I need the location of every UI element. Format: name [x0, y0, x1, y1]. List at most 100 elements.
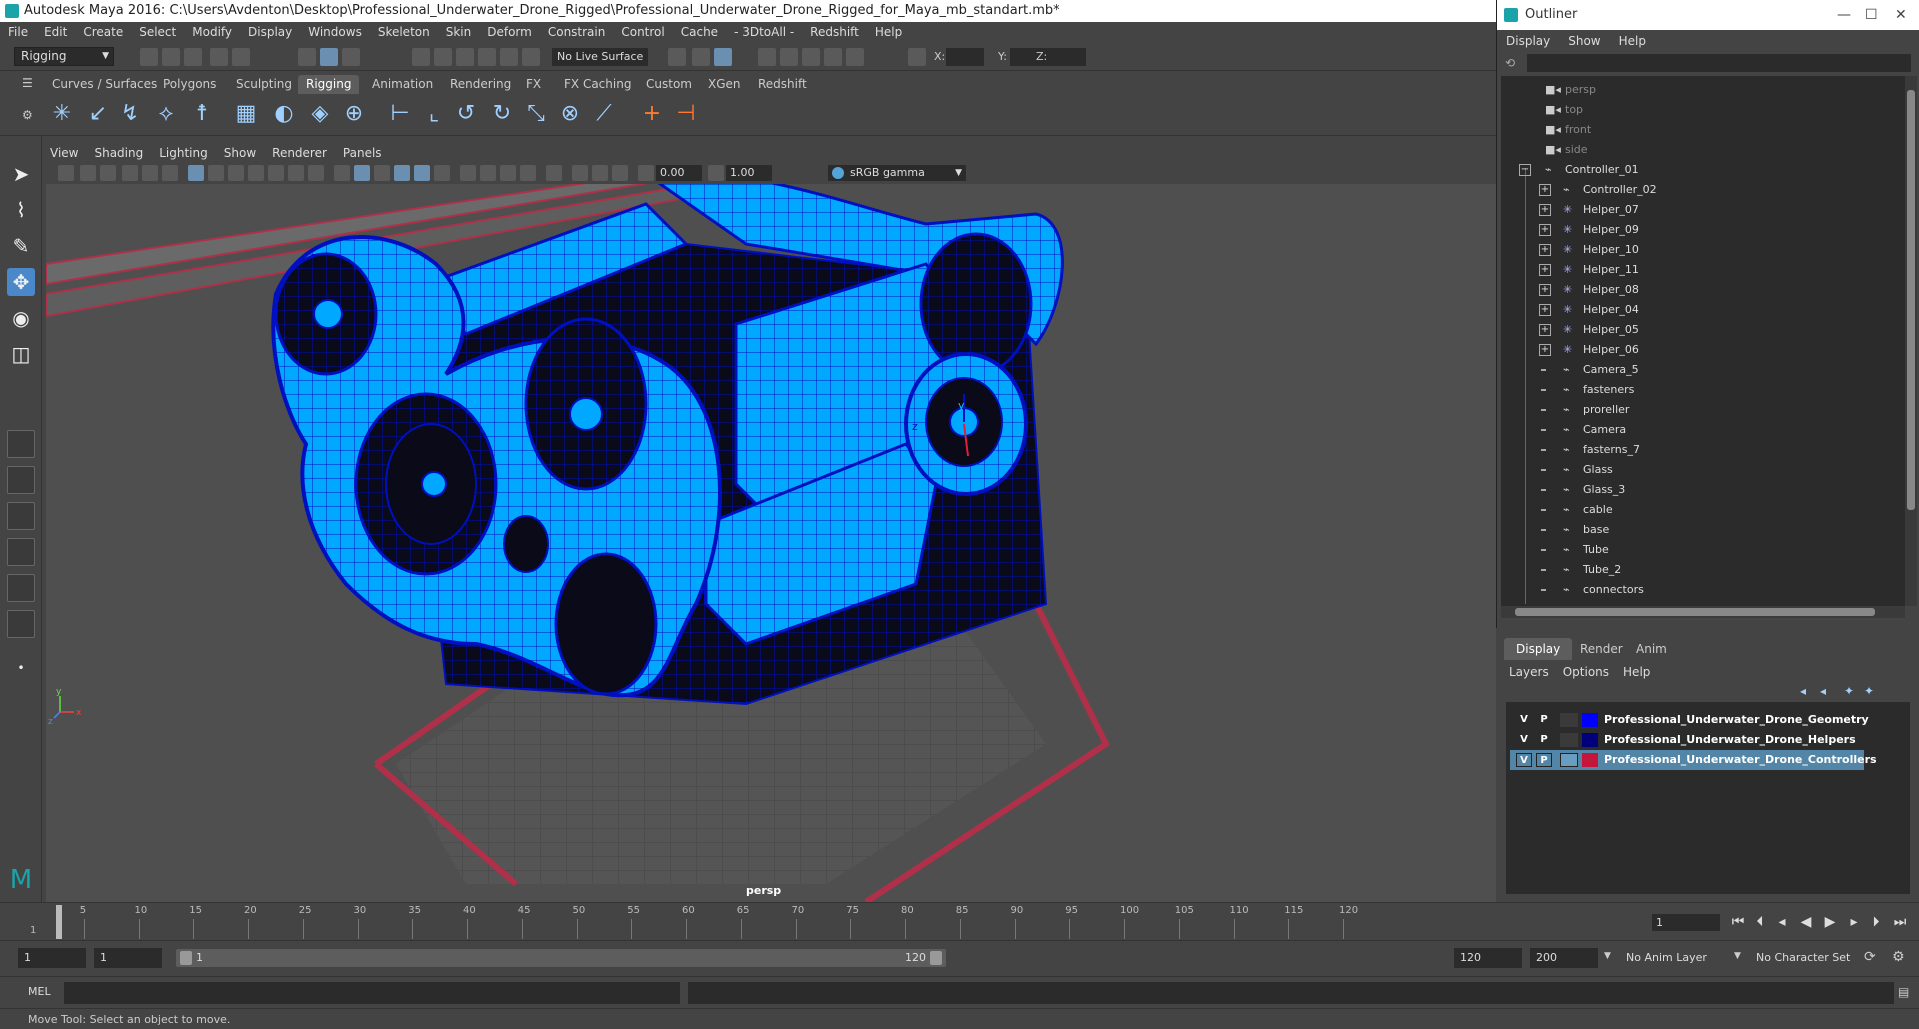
hypershade-layout-icon[interactable]	[7, 610, 35, 638]
tree-item-tube[interactable]: ⌁ Tube	[1501, 540, 1905, 560]
vp-menu-show[interactable]: Show	[216, 143, 264, 163]
display-type-toggle[interactable]	[1560, 713, 1578, 727]
expand-icon[interactable]: +	[1539, 324, 1551, 336]
persp-outliner-layout-icon[interactable]	[7, 574, 35, 602]
tree-item-front[interactable]: ■◂ front	[1501, 120, 1905, 140]
live-surface-field[interactable]: No Live Surface	[552, 48, 648, 66]
transform-mode-icon[interactable]	[908, 48, 926, 66]
textured-icon[interactable]	[394, 165, 410, 181]
skeleton-icon[interactable]: ☨	[188, 100, 216, 128]
tree-item-fasteners[interactable]: ⌁ fasteners	[1501, 380, 1905, 400]
tab-rigging[interactable]: Rigging	[298, 75, 360, 94]
outliner-menu-display[interactable]: Display	[1497, 30, 1559, 52]
grid-icon[interactable]	[188, 165, 204, 181]
tree-item-fasterns-7[interactable]: ⌁ fasterns_7	[1501, 440, 1905, 460]
vp-menu-lighting[interactable]: Lighting	[151, 143, 216, 163]
tab-polygons[interactable]: Polygons	[155, 75, 224, 94]
render-frame-icon[interactable]	[758, 48, 776, 66]
menu-display[interactable]: Display	[240, 22, 300, 43]
select-hierarchy-icon[interactable]	[298, 48, 316, 66]
render-view-icon[interactable]	[846, 48, 864, 66]
anim-layer-dropdown[interactable]: No Anim Layer	[1620, 948, 1738, 968]
rotate-tool-icon[interactable]: ◉	[7, 304, 35, 332]
x-field[interactable]	[946, 48, 984, 66]
field-chart-icon[interactable]	[268, 165, 284, 181]
tree-item-helper-06[interactable]: + ✳ Helper_06	[1501, 340, 1905, 360]
tab-curves-surfaces[interactable]: Curves / Surfaces	[44, 75, 165, 94]
gate-mask-icon[interactable]	[248, 165, 264, 181]
expand-icon[interactable]: +	[1539, 264, 1551, 276]
exposure-field[interactable]: 0.00	[656, 165, 702, 181]
undo-icon[interactable]	[210, 48, 228, 66]
depth-of-field-icon[interactable]	[520, 165, 536, 181]
open-scene-icon[interactable]	[162, 48, 180, 66]
step-forward-key-icon[interactable]: ▸	[1844, 912, 1864, 932]
gamma-icon[interactable]	[708, 165, 724, 181]
use-lights-icon[interactable]	[414, 165, 430, 181]
script-editor-icon[interactable]: ▤	[1898, 985, 1909, 999]
menu-3dtoall[interactable]: - 3DtoAll -	[726, 22, 802, 43]
xray-components-icon[interactable]	[612, 165, 628, 181]
shelf-menu-icon[interactable]: ☰	[22, 77, 33, 89]
new-scene-icon[interactable]	[140, 48, 158, 66]
pole-vector-icon[interactable]: ⊗	[556, 100, 584, 128]
step-forward-frame-icon[interactable]: ⏵	[1866, 912, 1886, 932]
shelf-gear-icon[interactable]: ⚙	[22, 108, 33, 122]
move-layer-up-icon[interactable]: ◂	[1796, 684, 1810, 698]
tab-redshift[interactable]: Redshift	[750, 75, 815, 94]
tree-item-helper-04[interactable]: + ✳ Helper_04	[1501, 300, 1905, 320]
tree-item-glass[interactable]: ⌁ Glass	[1501, 460, 1905, 480]
tree-item-helper-08[interactable]: + ✳ Helper_08	[1501, 280, 1905, 300]
two-pane-layout-icon[interactable]	[7, 502, 35, 530]
tree-item-connectors[interactable]: ⌁ connectors	[1501, 580, 1905, 600]
single-pane-layout-icon[interactable]	[7, 430, 35, 458]
tree-item-controller-02[interactable]: + ⌁ Controller_02	[1501, 180, 1905, 200]
grease-pencil-icon[interactable]	[162, 165, 178, 181]
wireframe-icon[interactable]	[334, 165, 350, 181]
tree-item-helper-10[interactable]: + ✳ Helper_10	[1501, 240, 1905, 260]
menu-control[interactable]: Control	[613, 22, 672, 43]
ipr-render-icon[interactable]	[780, 48, 798, 66]
exposure-icon[interactable]	[638, 165, 654, 181]
tree-item-helper-11[interactable]: + ✳ Helper_11	[1501, 260, 1905, 280]
auto-key-icon[interactable]: ⟳	[1864, 949, 1876, 965]
lasso-tool-icon[interactable]: ⌇	[7, 196, 35, 224]
wireframe-on-shaded-icon[interactable]	[374, 165, 390, 181]
minimize-icon[interactable]: —	[1837, 0, 1851, 30]
animation-preferences-icon[interactable]: ⚙	[1892, 949, 1905, 965]
playback-toggle[interactable]: P	[1536, 733, 1552, 747]
shadows-icon[interactable]	[434, 165, 450, 181]
snap-surface-icon[interactable]	[500, 48, 518, 66]
character-set-dropdown[interactable]: No Character Set	[1750, 948, 1874, 968]
mel-input[interactable]	[64, 982, 680, 1004]
menu-skeleton[interactable]: Skeleton	[370, 22, 438, 43]
outliner-vertical-scrollbar[interactable]	[1905, 76, 1917, 606]
isolate-select-icon[interactable]	[546, 165, 562, 181]
range-start-handle[interactable]	[180, 951, 192, 965]
chevron-down-icon[interactable]: ▼	[1604, 951, 1611, 961]
history-toggle-icon[interactable]	[714, 48, 732, 66]
image-plane-icon[interactable]	[122, 165, 138, 181]
motion-blur-icon[interactable]	[480, 165, 496, 181]
tree-item-helper-07[interactable]: + ✳ Helper_07	[1501, 200, 1905, 220]
snap-vertex-icon[interactable]	[522, 48, 540, 66]
add-influence-icon[interactable]: +	[638, 100, 666, 128]
menu-redshift[interactable]: Redshift	[802, 22, 867, 43]
filter-icon[interactable]: ⟲	[1505, 56, 1519, 70]
vp-menu-panels[interactable]: Panels	[335, 143, 390, 163]
remove-influence-icon[interactable]: ⊣	[672, 100, 700, 128]
expand-icon[interactable]: +	[1539, 244, 1551, 256]
playback-start-field[interactable]: 1	[94, 948, 162, 968]
joint-tool-icon[interactable]: ✳	[48, 100, 76, 128]
tree-item-persp[interactable]: ■◂ persp	[1501, 80, 1905, 100]
tab-xgen[interactable]: XGen	[700, 75, 749, 94]
outliner-horizontal-scrollbar[interactable]	[1501, 606, 1905, 618]
current-frame-field[interactable]: 1	[1652, 914, 1720, 931]
select-components-icon[interactable]	[342, 48, 360, 66]
vp-menu-view[interactable]: View	[42, 143, 86, 163]
tab-rendering[interactable]: Rendering	[442, 75, 519, 94]
chevron-down-icon[interactable]: ▼	[1734, 951, 1741, 961]
tree-item-helper-05[interactable]: + ✳ Helper_05	[1501, 320, 1905, 340]
playback-toggle[interactable]: P	[1536, 713, 1552, 727]
color-space-dropdown[interactable]: sRGB gamma ▼	[828, 165, 966, 181]
